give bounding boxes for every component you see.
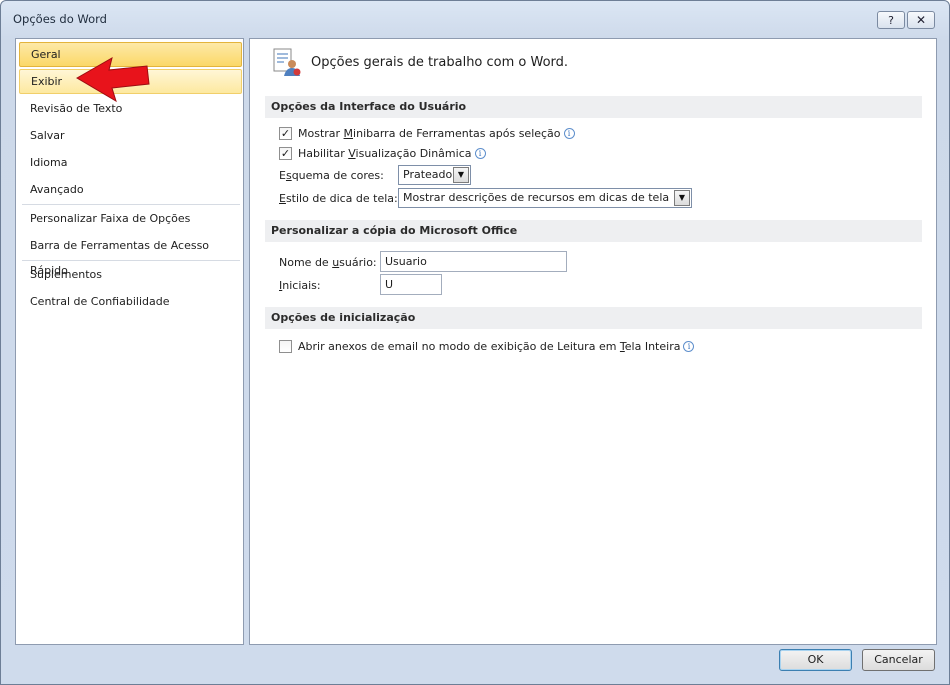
section-ui-options: Opções da Interface do Usuário	[265, 96, 922, 118]
info-icon: i	[683, 341, 695, 352]
cancel-button[interactable]: Cancelar	[862, 649, 935, 671]
reading-mode-label: Abrir anexos de email no modo de exibiçã…	[298, 340, 695, 353]
nav-item-central-confiabilidade[interactable]: Central de Confiabilidade	[19, 289, 242, 314]
username-input[interactable]: Usuario	[380, 251, 567, 272]
help-icon: ?	[888, 13, 894, 27]
close-icon: ✕	[915, 13, 927, 27]
color-scheme-select[interactable]: Prateado ▼	[398, 165, 471, 185]
nav-divider	[22, 204, 240, 205]
minibar-checkbox[interactable]: ✓	[279, 127, 292, 140]
nav-item-barra-acesso-rapido[interactable]: Barra de Ferramentas de Acesso Rápido	[19, 233, 242, 277]
chevron-down-icon[interactable]: ▼	[453, 167, 469, 183]
nav-divider	[22, 260, 240, 261]
options-content: Opções gerais de trabalho com o Word. Op…	[249, 38, 937, 645]
help-button[interactable]: ?	[877, 11, 905, 29]
initials-input[interactable]: U	[380, 274, 442, 295]
options-nav: Geral Exibir Revisão de Texto Salvar Idi…	[15, 38, 244, 645]
general-options-icon	[273, 48, 301, 76]
dialog-title: Opções do Word	[13, 12, 107, 26]
nav-item-avancado[interactable]: Avançado	[19, 177, 242, 202]
section-office-copy: Personalizar a cópia do Microsoft Office	[265, 220, 922, 242]
nav-item-salvar[interactable]: Salvar	[19, 123, 242, 148]
reading-mode-checkbox[interactable]	[279, 340, 292, 353]
content-header: Opções gerais de trabalho com o Word.	[311, 55, 569, 70]
red-arrow-annotation	[76, 57, 150, 103]
word-options-dialog: Opções do Word ? ✕ Geral Exibir Revisão …	[0, 0, 950, 685]
screentip-label: Estilo de dica de tela:	[279, 192, 398, 205]
info-icon: i	[474, 148, 486, 159]
live-preview-label: Habilitar Visualização Dinâmica i	[298, 147, 486, 160]
info-icon: i	[563, 128, 575, 139]
color-scheme-value: Prateado	[403, 168, 453, 181]
nav-item-idioma[interactable]: Idioma	[19, 150, 242, 175]
color-scheme-label: Esquema de cores:	[279, 169, 384, 182]
minibar-label: Mostrar Minibarra de Ferramentas após se…	[298, 127, 575, 140]
nav-item-suplementos[interactable]: Suplementos	[19, 262, 242, 287]
live-preview-checkbox[interactable]: ✓	[279, 147, 292, 160]
chevron-down-icon[interactable]: ▼	[674, 190, 690, 206]
close-button[interactable]: ✕	[907, 11, 935, 29]
nav-item-personalizar-faixa[interactable]: Personalizar Faixa de Opções	[19, 206, 242, 231]
username-label: Nome de usuário:	[279, 256, 377, 269]
title-bar: Opções do Word ? ✕	[1, 1, 949, 35]
section-startup: Opções de inicialização	[265, 307, 922, 329]
screentip-value: Mostrar descrições de recursos em dicas …	[403, 191, 670, 204]
ok-button[interactable]: OK	[779, 649, 852, 671]
screentip-select[interactable]: Mostrar descrições de recursos em dicas …	[398, 188, 692, 208]
initials-label: Iniciais:	[279, 279, 321, 292]
